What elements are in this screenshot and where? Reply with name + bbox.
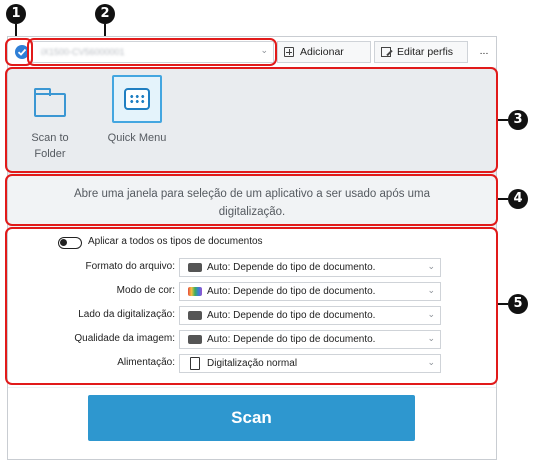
callout-4-outline [5, 174, 498, 226]
callout-2: 2 [95, 4, 115, 24]
callout-4-leader [497, 198, 508, 200]
callout-3-outline [5, 67, 498, 173]
more-button[interactable]: ... [474, 41, 494, 63]
edit-profile-label: Editar perfis [397, 46, 454, 58]
callout-2-outline [27, 38, 277, 66]
callout-5-leader [497, 303, 508, 305]
edit-icon [381, 47, 391, 57]
callout-1: 1 [6, 4, 26, 24]
callout-2-leader [104, 24, 106, 36]
scan-button[interactable]: Scan [88, 395, 415, 441]
callout-4: 4 [508, 189, 528, 209]
more-icon: ... [479, 45, 489, 57]
callout-3-leader [497, 119, 508, 121]
scan-area: Scan [8, 388, 496, 459]
add-profile-button[interactable]: Adicionar perfis [277, 41, 371, 78]
add-icon [284, 47, 294, 57]
callout-3: 3 [508, 110, 528, 130]
callout-5-outline [5, 227, 498, 385]
callout-1-leader [15, 24, 17, 36]
edit-profile-button[interactable]: Editar perfis [374, 41, 468, 63]
callout-5: 5 [508, 294, 528, 314]
